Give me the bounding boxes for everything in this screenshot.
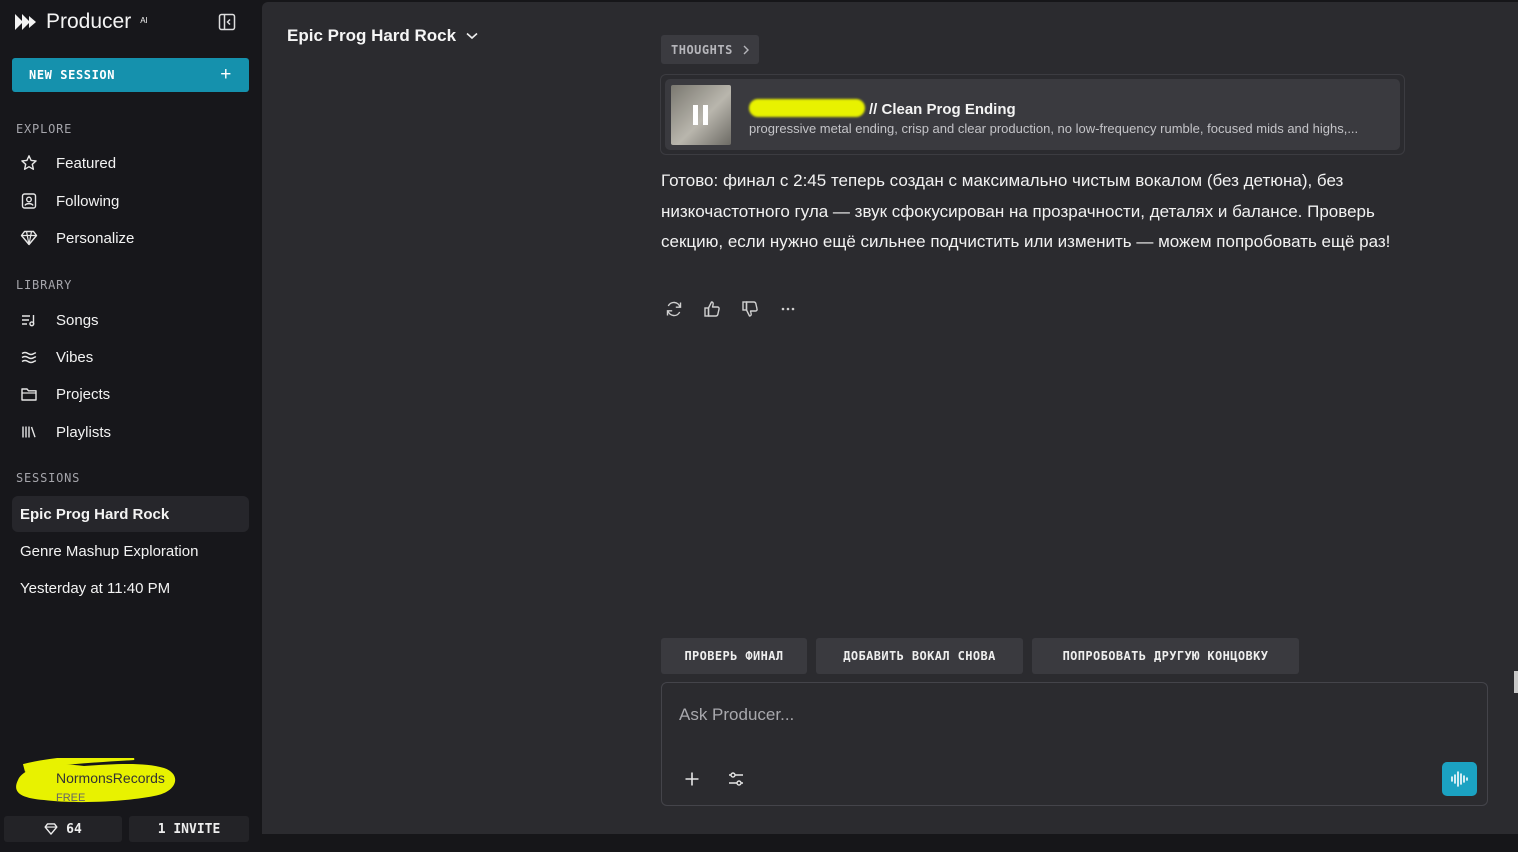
app-logo[interactable]: Producer AI xyxy=(14,10,148,34)
footer-strip xyxy=(262,834,1518,852)
credits-count: 64 xyxy=(66,821,82,837)
nav-item-playlists[interactable]: Playlists xyxy=(12,415,249,449)
producer-logo-icon xyxy=(15,14,36,30)
credits-button[interactable]: 64 xyxy=(4,816,122,842)
nav-item-following[interactable]: Following xyxy=(12,184,249,218)
nav-item-label: Projects xyxy=(56,385,111,403)
song-list-icon xyxy=(22,315,35,327)
nav-item-featured[interactable]: Featured xyxy=(12,146,249,180)
nav-item-label: Playlists xyxy=(56,423,112,441)
voice-input-button[interactable] xyxy=(1442,762,1477,796)
song-card[interactable]: // Clean Prog Ending progressive metal e… xyxy=(660,74,1405,155)
chevron-right-icon xyxy=(743,45,749,54)
plus-icon: + xyxy=(220,64,232,85)
pause-icon[interactable] xyxy=(690,103,712,127)
user-profile[interactable]: NormonsRecords FREE xyxy=(14,758,184,808)
session-item-yesterday[interactable]: Yesterday at 11:40 PM xyxy=(12,570,249,606)
sessions-heading: SESSIONS xyxy=(16,471,81,485)
library-heading: LIBRARY xyxy=(16,278,73,292)
waves-icon xyxy=(21,351,37,364)
nav-item-songs[interactable]: Songs xyxy=(12,303,249,337)
explore-heading: EXPLORE xyxy=(16,122,73,136)
song-description: progressive metal ending, crisp and clea… xyxy=(749,121,1359,136)
nav-item-label: Following xyxy=(56,192,120,210)
nav-item-label: Songs xyxy=(56,311,99,329)
assistant-message: Готово: финал с 2:45 теперь создан с мак… xyxy=(661,171,1391,251)
nav-item-projects[interactable]: Projects xyxy=(12,377,249,411)
folder-icon xyxy=(21,388,37,401)
regenerate-icon[interactable] xyxy=(663,298,684,319)
song-title-text: // Clean Prog Ending xyxy=(869,101,1016,118)
nav-item-personalize[interactable]: Personalize xyxy=(12,221,249,255)
ask-input[interactable] xyxy=(679,701,1459,729)
song-title[interactable]: // Clean Prog Ending xyxy=(749,99,1016,118)
app-badge: AI xyxy=(140,15,148,25)
person-badge-icon xyxy=(21,193,37,209)
session-title: Epic Prog Hard Rock xyxy=(287,26,457,45)
more-options-icon[interactable] xyxy=(777,298,798,319)
thumbs-down-icon[interactable] xyxy=(739,298,760,319)
nav-item-vibes[interactable]: Vibes xyxy=(12,340,249,374)
session-title-dropdown[interactable]: Epic Prog Hard Rock xyxy=(287,26,478,46)
scrollbar-thumb[interactable] xyxy=(1514,671,1518,693)
invite-button[interactable]: 1 INVITE xyxy=(129,816,249,842)
nav-item-label: Personalize xyxy=(56,229,135,247)
thoughts-label: THOUGHTS xyxy=(671,42,733,57)
collapse-sidebar-icon[interactable] xyxy=(218,13,236,31)
song-thumbnail[interactable] xyxy=(671,85,731,145)
nav-item-label: Vibes xyxy=(56,348,94,366)
chevron-down-icon xyxy=(466,32,478,40)
song-card-inner: // Clean Prog Ending progressive metal e… xyxy=(665,79,1400,150)
library-icon xyxy=(22,426,36,438)
diamond-icon xyxy=(44,823,58,835)
thumbs-up-icon[interactable] xyxy=(701,298,722,319)
user-plan: FREE xyxy=(56,792,86,804)
star-icon xyxy=(21,155,37,170)
session-item-epic-prog-hard-rock[interactable]: Epic Prog Hard Rock xyxy=(12,496,249,532)
waveform-icon xyxy=(1450,771,1468,787)
sidebar: Producer AI NEW SESSION + EXPLORE Feature… xyxy=(0,0,260,852)
user-name: NormonsRecords xyxy=(56,770,165,786)
session-item-genre-mashup[interactable]: Genre Mashup Exploration xyxy=(12,533,249,569)
thoughts-toggle[interactable]: THOUGHTS xyxy=(661,35,759,64)
suggestion-chip[interactable]: ПРОВЕРЬ ФИНАЛ xyxy=(661,638,807,674)
diamond-icon xyxy=(20,230,38,246)
invite-label: 1 INVITE xyxy=(157,821,221,837)
nav-item-label: Featured xyxy=(56,154,117,172)
main-panel: Epic Prog Hard Rock THOUGHTS // Clean Pr… xyxy=(262,2,1518,834)
redacted-artist xyxy=(749,99,865,117)
add-attachment-icon[interactable] xyxy=(680,767,704,791)
new-session-button[interactable]: NEW SESSION + xyxy=(12,58,249,92)
new-session-label: NEW SESSION xyxy=(29,68,116,82)
suggestion-chip[interactable]: ПОПРОБОВАТЬ ДРУГУЮ КОНЦОВКУ xyxy=(1032,638,1299,674)
message-actions xyxy=(663,298,798,319)
settings-sliders-icon[interactable] xyxy=(724,767,748,791)
suggestion-chip[interactable]: ДОБАВИТЬ ВОКАЛ СНОВА xyxy=(816,638,1023,674)
composer xyxy=(661,682,1488,806)
app-name: Producer xyxy=(46,10,132,33)
